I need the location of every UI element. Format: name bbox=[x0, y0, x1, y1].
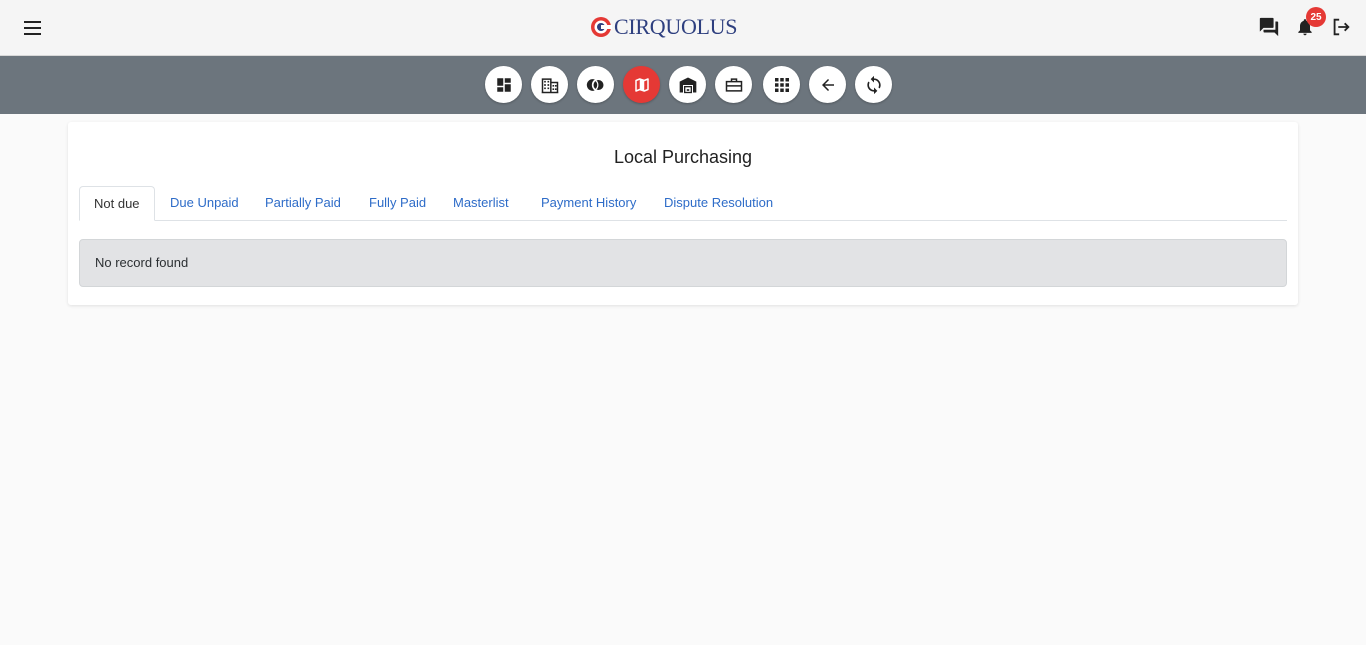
top-header: CIRQUOLUS 25 bbox=[0, 0, 1366, 56]
business-button[interactable] bbox=[715, 66, 752, 103]
tab-partially-paid[interactable]: Partially Paid bbox=[265, 186, 341, 221]
refresh-button[interactable] bbox=[855, 66, 892, 103]
logo-text: CIRQUOLUS bbox=[614, 14, 738, 39]
tab-dispute-resolution[interactable]: Dispute Resolution bbox=[664, 186, 773, 221]
tab-not-due[interactable]: Not due bbox=[79, 186, 155, 221]
apps-grid-icon bbox=[774, 77, 789, 92]
logo-mark-icon bbox=[591, 17, 612, 37]
notification-count-badge: 25 bbox=[1306, 7, 1326, 27]
company-button[interactable] bbox=[531, 66, 568, 103]
arrow-left-icon bbox=[821, 78, 834, 91]
tab-fully-paid[interactable]: Fully Paid bbox=[369, 186, 426, 221]
empty-state-message: No record found bbox=[79, 239, 1287, 287]
tab-due-unpaid[interactable]: Due Unpaid bbox=[170, 186, 239, 221]
local-purchasing-card: Local Purchasing Not due Due Unpaid Part… bbox=[68, 122, 1298, 305]
toggle-circles-icon bbox=[586, 77, 605, 92]
page-title: Local Purchasing bbox=[613, 147, 753, 167]
dashboard-icon bbox=[496, 77, 511, 92]
sync-icon bbox=[866, 75, 881, 94]
cards-button[interactable] bbox=[577, 66, 614, 103]
tab-payment-history[interactable]: Payment History bbox=[541, 186, 636, 221]
map-icon bbox=[634, 77, 649, 92]
logout-icon[interactable] bbox=[1329, 14, 1353, 40]
quick-nav-toolbar bbox=[0, 56, 1366, 114]
apps-button[interactable] bbox=[763, 66, 800, 103]
menu-icon[interactable] bbox=[20, 16, 44, 40]
map-button[interactable] bbox=[623, 66, 660, 103]
back-button[interactable] bbox=[809, 66, 846, 103]
warehouse-icon bbox=[679, 77, 696, 93]
tab-masterlist[interactable]: Masterlist bbox=[453, 186, 509, 221]
dashboard-button[interactable] bbox=[485, 66, 522, 103]
app-logo[interactable]: CIRQUOLUS bbox=[590, 14, 738, 40]
tab-bar: Not due Due Unpaid Partially Paid Fully … bbox=[79, 186, 1287, 221]
briefcase-icon bbox=[725, 77, 742, 92]
building-icon bbox=[541, 77, 558, 93]
chat-icon[interactable] bbox=[1257, 14, 1281, 40]
warehouse-button[interactable] bbox=[669, 66, 706, 103]
